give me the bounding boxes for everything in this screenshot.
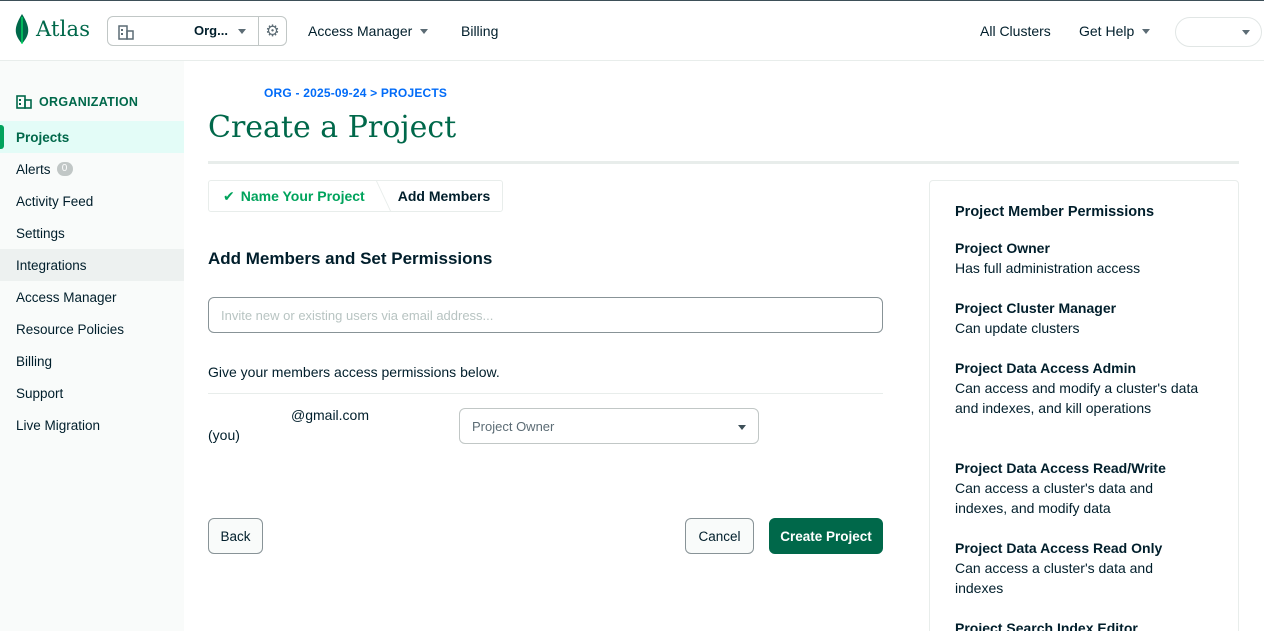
breadcrumb[interactable]: ORG - 2025-09-24 > PROJECTS (264, 86, 447, 100)
chevron-down-icon (1242, 30, 1250, 35)
permission-name: Project Data Access Admin (955, 360, 1137, 376)
permission-description: Can access a cluster's data and indexes,… (955, 480, 1154, 516)
permission-item: Project Data Access Admin Can access and… (955, 358, 1205, 418)
step-name-your-project[interactable]: ✔ Name Your Project (209, 181, 383, 211)
permissions-panel-title: Project Member Permissions (955, 204, 1155, 220)
permission-item: Project Owner Has full administration ac… (955, 238, 1205, 278)
sidebar-item-access-manager[interactable]: Access Manager (0, 281, 184, 313)
logo-text: Atlas (36, 17, 91, 41)
sidebar: ORGANIZATION Projects Alerts 0 Activity … (0, 61, 184, 631)
sidebar-item-integrations[interactable]: Integrations (0, 249, 184, 281)
organization-selector[interactable]: Org... (107, 16, 259, 46)
atlas-logo[interactable]: Atlas (14, 13, 90, 45)
chevron-down-icon (1142, 28, 1151, 34)
chevron-down-icon (738, 425, 746, 430)
sidebar-item-settings[interactable]: Settings (0, 217, 184, 249)
sidebar-item-label: Resource Policies (16, 321, 125, 337)
sidebar-header-label: ORGANIZATION (39, 95, 139, 109)
nav-billing[interactable]: Billing (461, 23, 498, 39)
chevron-down-icon (238, 29, 246, 34)
member-email: @gmail.com (291, 407, 370, 423)
permission-description: Can access and modify a cluster's data a… (955, 380, 1199, 416)
sidebar-item-activity-feed[interactable]: Activity Feed (0, 185, 184, 217)
permissions-panel: Project Member Permissions Project Owner… (929, 180, 1239, 631)
sidebar-item-label: Access Manager (16, 289, 117, 305)
member-role-select[interactable]: Project Owner (459, 408, 759, 444)
sidebar-item-label: Settings (16, 225, 65, 241)
step-add-members: Add Members (384, 181, 503, 211)
sidebar-item-label: Live Migration (16, 417, 101, 433)
gear-icon: ⚙ (265, 23, 280, 40)
permission-name: Project Owner (955, 240, 1050, 256)
nav-all-clusters-label: All Clusters (980, 23, 1051, 39)
nav-access-manager-label: Access Manager (308, 23, 413, 39)
user-menu-button[interactable] (1175, 17, 1262, 47)
nav-billing-label: Billing (461, 23, 499, 39)
org-settings-button[interactable]: ⚙ (258, 16, 287, 46)
permission-item: Project Cluster Manager Can update clust… (955, 298, 1205, 338)
sidebar-item-projects[interactable]: Projects (0, 121, 184, 153)
member-you-label: (you) (208, 427, 240, 443)
title-divider (208, 161, 1239, 164)
org-name: Org... (194, 23, 228, 38)
sidebar-item-alerts[interactable]: Alerts 0 (0, 153, 184, 185)
sidebar-item-label: Support (16, 385, 64, 401)
sidebar-item-label: Integrations (16, 257, 87, 273)
nav-get-help[interactable]: Get Help (1079, 23, 1151, 39)
role-select-value: Project Owner (472, 418, 555, 434)
leaf-icon (15, 14, 29, 44)
permission-name: Project Data Access Read/Write (955, 460, 1166, 476)
sidebar-item-label: Alerts (16, 161, 51, 177)
permission-item: Project Data Access Read Only Can access… (955, 538, 1205, 598)
sidebar-item-live-migration[interactable]: Live Migration (0, 409, 184, 441)
sidebar-item-label: Projects (16, 129, 70, 145)
permission-item: Project Data Access Read/Write Can acces… (955, 458, 1205, 518)
divider (208, 393, 883, 394)
sidebar-item-resource-policies[interactable]: Resource Policies (0, 313, 184, 345)
invite-email-input[interactable] (208, 297, 883, 333)
nav-access-manager[interactable]: Access Manager (308, 23, 429, 39)
alerts-count-badge: 0 (56, 162, 73, 176)
permission-name: Project Data Access Read Only (955, 540, 1163, 556)
permissions-instructions: Give your members access permissions bel… (208, 364, 500, 380)
step-label: Name Your Project (240, 188, 365, 204)
step-label: Add Members (397, 188, 491, 204)
nav-all-clusters[interactable]: All Clusters (980, 23, 1051, 39)
building-icon (118, 25, 134, 40)
sidebar-item-billing[interactable]: Billing (0, 345, 184, 377)
sidebar-header: ORGANIZATION (16, 95, 138, 109)
sidebar-item-label: Billing (16, 353, 53, 369)
building-icon (16, 95, 32, 109)
chevron-down-icon (420, 28, 429, 34)
permission-description: Can access a cluster's data and indexes (955, 560, 1154, 596)
permission-name: Project Cluster Manager (955, 300, 1117, 316)
permission-name: Project Search Index Editor (955, 620, 1138, 631)
wizard-steps: ✔ Name Your Project Add Members (208, 180, 504, 212)
create-project-button[interactable]: Create Project (769, 518, 883, 554)
page-title: Create a Project (208, 110, 457, 145)
sidebar-item-support[interactable]: Support (0, 377, 184, 409)
checkmark-icon: ✔ (223, 187, 235, 204)
top-navbar: Atlas Org... ⚙ Access Manager Billing Al… (0, 0, 1264, 61)
permission-item: Project Search Index Editor (955, 618, 1205, 631)
cancel-button[interactable]: Cancel (685, 518, 754, 554)
section-title: Add Members and Set Permissions (208, 249, 493, 268)
nav-get-help-label: Get Help (1079, 23, 1135, 39)
back-button[interactable]: Back (208, 518, 263, 554)
permission-description: Can update clusters (955, 320, 1080, 336)
sidebar-item-label: Activity Feed (16, 193, 94, 209)
permission-description: Has full administration access (955, 260, 1141, 276)
